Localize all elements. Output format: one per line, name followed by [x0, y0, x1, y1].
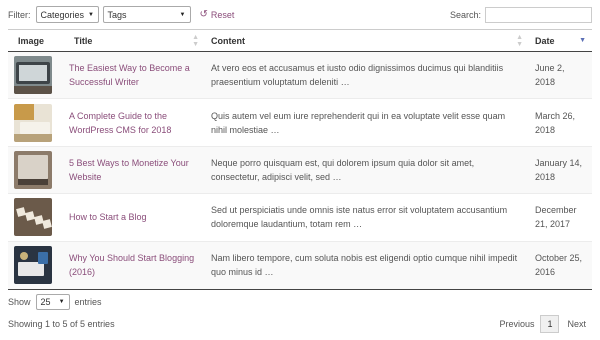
- table-row: A Complete Guide to the WordPress CMS fo…: [8, 99, 592, 147]
- post-excerpt: Neque porro quisquam est, qui dolorem ip…: [211, 157, 475, 182]
- posts-table: Image Title ▲ ▼ Content ▲ ▼ Date ▼ The Eas…: [8, 29, 592, 290]
- post-date: October 25, 2016: [535, 253, 583, 278]
- column-header-label: Date: [535, 35, 555, 46]
- next-page-button[interactable]: Next: [567, 319, 586, 329]
- post-thumbnail[interactable]: [14, 150, 52, 189]
- table-row: How to Start a Blog Sed ut perspiciatis …: [8, 194, 592, 242]
- reset-icon: ↺: [199, 9, 208, 20]
- table-header: Image Title ▲ ▼ Content ▲ ▼ Date ▼: [8, 30, 592, 52]
- post-excerpt: Quis autem vel eum iure reprehenderit qu…: [211, 110, 506, 135]
- reset-button[interactable]: ↺ Reset: [200, 9, 235, 20]
- chevron-down-icon: ▼: [88, 11, 94, 18]
- table-row: The Easiest Way to Become a Successful W…: [8, 52, 592, 100]
- sort-icon: ▲ ▼: [192, 33, 199, 48]
- post-title-link[interactable]: 5 Best Ways to Monetize Your Website: [63, 156, 205, 184]
- post-title-link[interactable]: Why You Should Start Blogging (2016): [63, 251, 205, 279]
- post-thumbnail[interactable]: [14, 56, 52, 95]
- post-title-link[interactable]: How to Start a Blog: [63, 210, 205, 224]
- chevron-down-icon: ▼: [58, 299, 65, 305]
- tags-select-value: Tags: [107, 9, 127, 20]
- column-header-date[interactable]: Date ▼: [529, 30, 592, 51]
- categories-select-value: Categories: [40, 9, 85, 20]
- image-cell: [8, 246, 63, 285]
- post-date: June 2, 2018: [535, 63, 565, 88]
- tags-select[interactable]: Tags ▼: [102, 6, 191, 23]
- table-row: Why You Should Start Blogging (2016) Nam…: [8, 241, 592, 289]
- post-date: March 26, 2018: [535, 110, 576, 135]
- post-thumbnail[interactable]: [14, 198, 52, 237]
- column-header-title[interactable]: Title ▲ ▼: [63, 30, 205, 51]
- image-cell: [8, 150, 63, 189]
- post-title-link[interactable]: The Easiest Way to Become a Successful W…: [63, 61, 205, 89]
- entries-label: entries: [74, 297, 102, 307]
- post-thumbnail[interactable]: [14, 103, 52, 142]
- column-header-image: Image: [8, 30, 63, 51]
- post-excerpt: Sed ut perspiciatis unde omnis iste natu…: [211, 205, 508, 230]
- column-header-label: Title: [74, 35, 93, 46]
- sort-icon: ▲ ▼: [516, 33, 523, 48]
- column-header-content[interactable]: Content ▲ ▼: [205, 30, 529, 51]
- post-excerpt: Nam libero tempore, cum soluta nobis est…: [211, 253, 518, 278]
- post-excerpt: At vero eos et accusamus et iusto odio d…: [211, 63, 504, 88]
- post-title-link[interactable]: A Complete Guide to the WordPress CMS fo…: [63, 109, 205, 137]
- page-length-control: Show 25 ▼ entries: [8, 294, 102, 310]
- search-label: Search:: [449, 9, 481, 20]
- page-length-select[interactable]: 25 ▼: [35, 294, 70, 310]
- image-cell: [8, 198, 63, 237]
- show-label: Show: [8, 297, 31, 307]
- table-info: Showing 1 to 5 of 5 entries: [8, 319, 115, 329]
- post-date: December 21, 2017: [535, 205, 577, 230]
- image-cell: [8, 103, 63, 142]
- post-thumbnail[interactable]: [14, 246, 52, 285]
- categories-select[interactable]: Categories ▼: [35, 6, 99, 23]
- filter-label: Filter:: [8, 9, 31, 20]
- post-date: January 14, 2018: [535, 157, 583, 182]
- table-row: 5 Best Ways to Monetize Your Website Neq…: [8, 146, 592, 195]
- previous-page-button[interactable]: Previous: [499, 319, 534, 329]
- chevron-down-icon: ▼: [179, 11, 186, 18]
- page-1-button[interactable]: 1: [540, 315, 560, 333]
- reset-label: Reset: [210, 9, 235, 20]
- column-header-label: Image: [18, 35, 45, 46]
- sort-desc-icon: ▼: [579, 37, 586, 44]
- search-area: Search:: [449, 6, 592, 23]
- page-length-value: 25: [40, 297, 51, 307]
- filter-bar: Filter: Categories ▼ Tags ▼ ↺ Reset Sear…: [8, 6, 592, 23]
- pagination: Previous 1 Next: [499, 315, 586, 333]
- search-input[interactable]: [485, 6, 592, 23]
- column-header-label: Content: [211, 35, 245, 46]
- image-cell: [8, 56, 63, 95]
